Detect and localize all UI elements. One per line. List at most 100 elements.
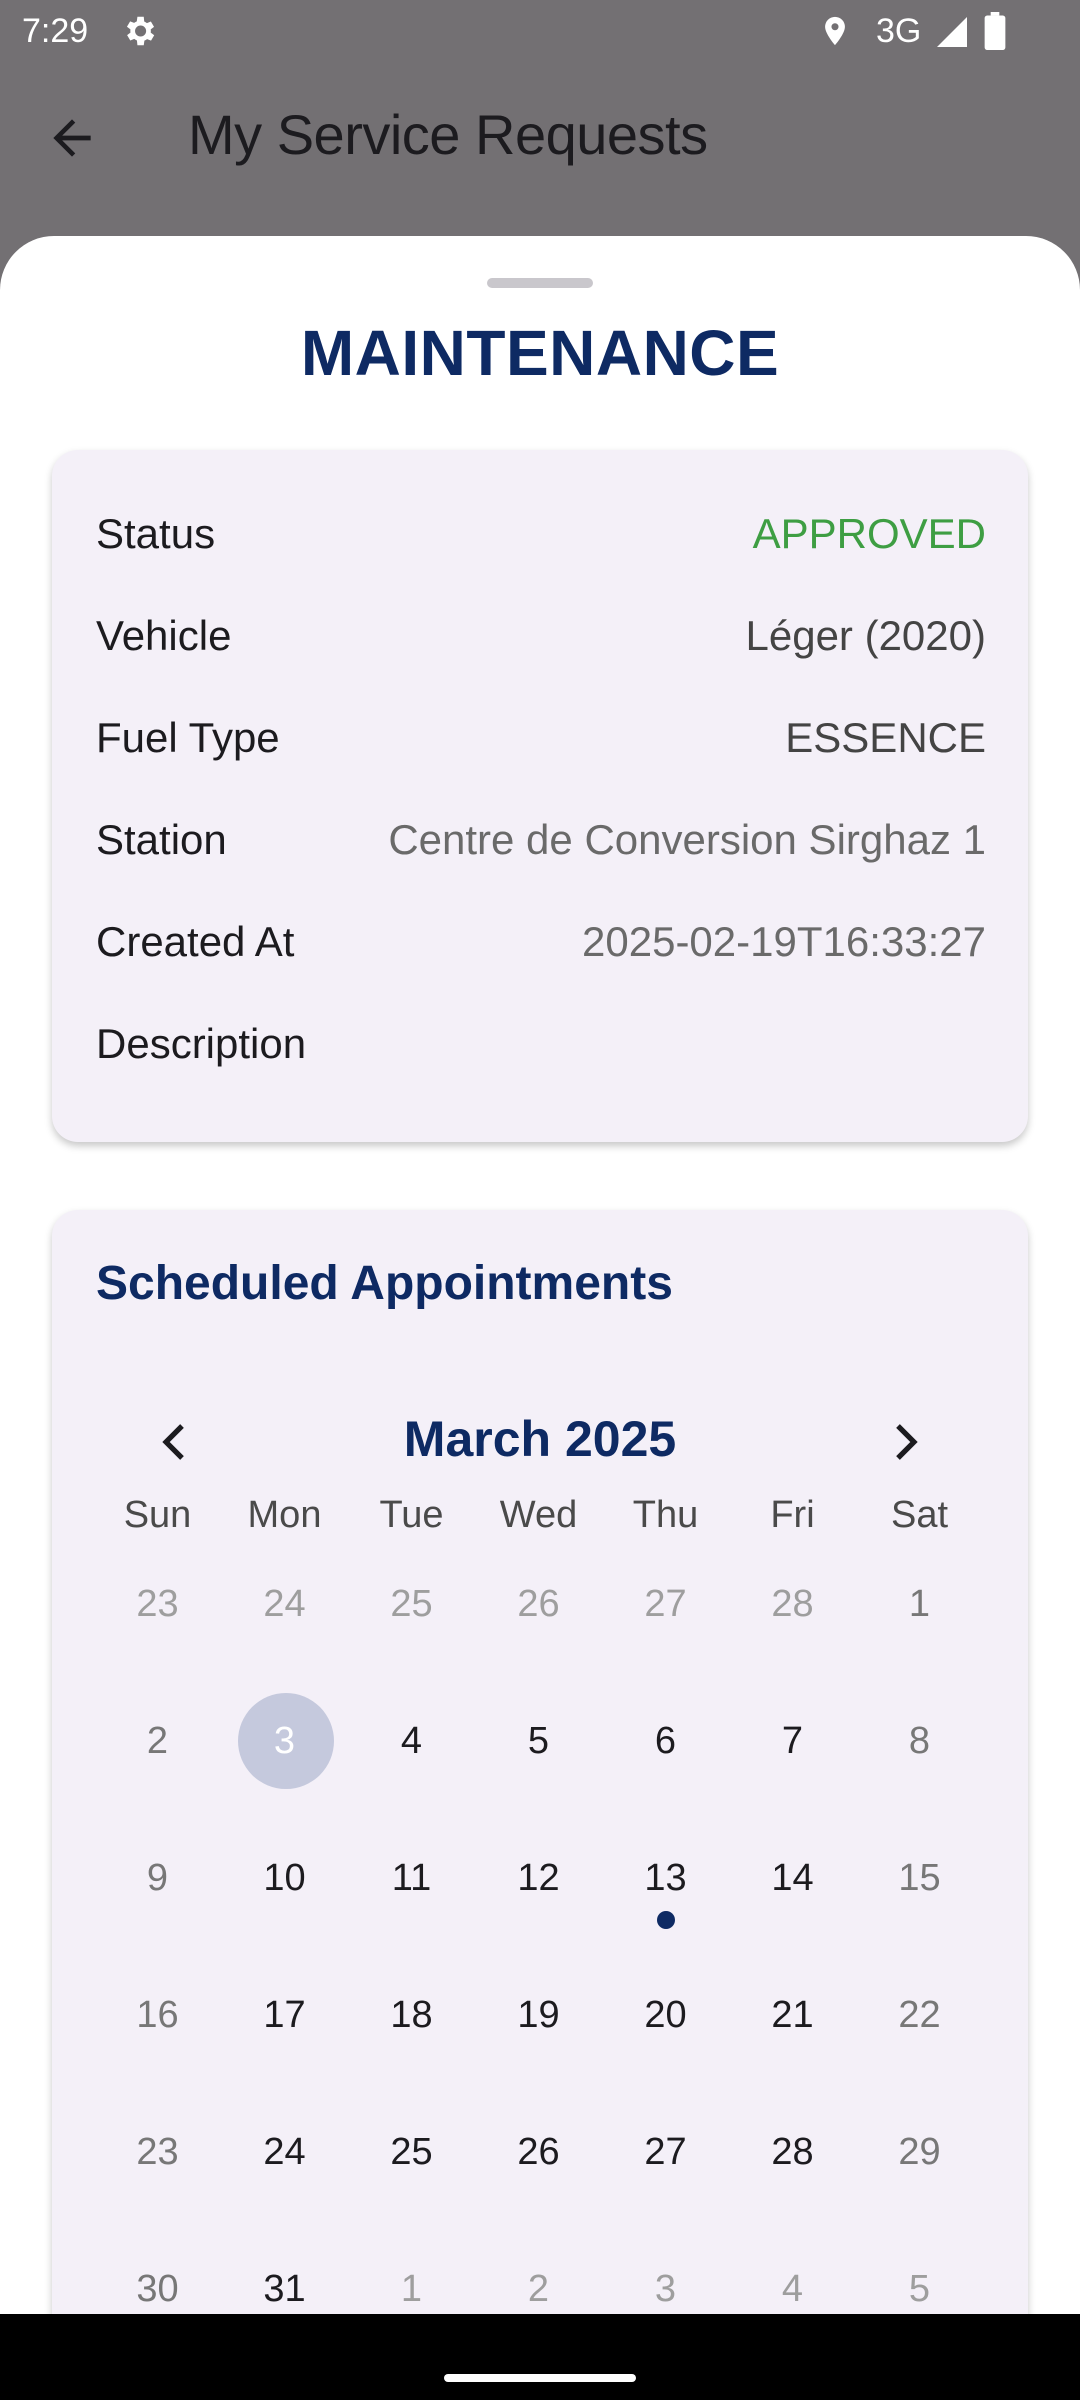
detail-label: Description bbox=[96, 1020, 307, 1067]
calendar-day-number: 2 bbox=[527, 2268, 550, 2310]
calendar-day-number: 22 bbox=[898, 1994, 941, 2036]
weekday-label: Mon bbox=[247, 1494, 322, 1536]
calendar-day[interactable]: 2 bbox=[475, 2239, 602, 2314]
calendar-day[interactable]: 17 bbox=[221, 1965, 348, 2065]
detail-value: ESSENCE bbox=[785, 714, 986, 761]
calendar-day[interactable]: 22 bbox=[856, 1965, 983, 2065]
home-indicator[interactable] bbox=[444, 2374, 636, 2382]
calendar-day[interactable]: 26 bbox=[475, 1554, 602, 1654]
calendar-day-number: 5 bbox=[527, 1720, 550, 1762]
calendar-day-number: 20 bbox=[644, 1994, 687, 2036]
calendar-day[interactable]: 3 bbox=[602, 2239, 729, 2314]
status-bar: 7:29 3G bbox=[0, 0, 1080, 62]
calendar-day[interactable]: 31 bbox=[221, 2239, 348, 2314]
calendar-day[interactable]: 9 bbox=[94, 1828, 221, 1928]
calendar-day[interactable]: 18 bbox=[348, 1965, 475, 2065]
calendar-day-number: 1 bbox=[908, 1583, 931, 1625]
calendar-day[interactable]: 12 bbox=[475, 1828, 602, 1928]
calendar-day[interactable]: 27 bbox=[602, 2102, 729, 2202]
calendar-day-number: 23 bbox=[136, 1583, 179, 1625]
battery-icon bbox=[984, 12, 1006, 50]
calendar-day[interactable]: 5 bbox=[856, 2239, 983, 2314]
weekday-label: Thu bbox=[632, 1494, 699, 1536]
calendar-day[interactable]: 3 bbox=[221, 1691, 348, 1791]
calendar-day[interactable]: 6 bbox=[602, 1691, 729, 1791]
bottom-sheet: MAINTENANCE Status APPROVED Vehicle Lége… bbox=[0, 236, 1080, 2314]
calendar-day-number: 26 bbox=[517, 2131, 560, 2173]
calendar-day-number: 27 bbox=[644, 1583, 687, 1625]
weekday-label: Sun bbox=[123, 1494, 192, 1536]
detail-row-station: Station Centre de Conversion Sirghaz 1 bbox=[96, 816, 986, 876]
network-type: 3G bbox=[876, 12, 922, 50]
status-time: 7:29 bbox=[22, 12, 89, 50]
calendar-day[interactable]: 4 bbox=[348, 1691, 475, 1791]
detail-label: Status bbox=[96, 510, 216, 557]
status-badge: APPROVED bbox=[752, 510, 986, 557]
calendar-day[interactable]: 28 bbox=[729, 1554, 856, 1654]
calendar-day-number: 23 bbox=[136, 2131, 179, 2173]
calendar-day-number: 28 bbox=[771, 2131, 814, 2173]
calendar-day-number: 26 bbox=[517, 1583, 560, 1625]
calendar-day-number: 14 bbox=[771, 1857, 814, 1899]
calendar-day-number: 7 bbox=[781, 1720, 804, 1762]
calendar-day-number: 24 bbox=[263, 2131, 306, 2173]
calendar-day-number: 30 bbox=[136, 2268, 179, 2310]
calendar-day[interactable]: 10 bbox=[221, 1828, 348, 1928]
chevron-right-icon[interactable] bbox=[880, 1418, 928, 1466]
calendar-day[interactable]: 7 bbox=[729, 1691, 856, 1791]
calendar-day[interactable]: 29 bbox=[856, 2102, 983, 2202]
calendar-day[interactable]: 23 bbox=[94, 1554, 221, 1654]
calendar-day[interactable]: 21 bbox=[729, 1965, 856, 2065]
calendar-day[interactable]: 8 bbox=[856, 1691, 983, 1791]
app-bar: My Service Requests bbox=[0, 62, 1080, 212]
calendar-day[interactable]: 2 bbox=[94, 1691, 221, 1791]
weekday-header: Sun Mon Tue Wed Thu Fri Sat bbox=[94, 1494, 986, 1554]
detail-row-status: Status APPROVED bbox=[96, 510, 986, 570]
detail-row-created-at: Created At 2025-02-19T16:33:27 bbox=[96, 918, 986, 978]
calendar-day[interactable]: 1 bbox=[856, 1554, 983, 1654]
calendar-day[interactable]: 23 bbox=[94, 2102, 221, 2202]
calendar-day[interactable]: 5 bbox=[475, 1691, 602, 1791]
calendar-day[interactable]: 13 bbox=[602, 1828, 729, 1929]
detail-label: Fuel Type bbox=[96, 714, 280, 761]
calendar-day[interactable]: 28 bbox=[729, 2102, 856, 2202]
calendar-day[interactable]: 24 bbox=[221, 1554, 348, 1654]
calendar-day[interactable]: 19 bbox=[475, 1965, 602, 2065]
calendar-day[interactable]: 27 bbox=[602, 1554, 729, 1654]
calendar-day-number: 19 bbox=[517, 1994, 560, 2036]
calendar-day[interactable]: 11 bbox=[348, 1828, 475, 1928]
calendar-day-number: 3 bbox=[654, 2268, 677, 2310]
system-navigation-bar bbox=[0, 2314, 1080, 2400]
detail-value: Léger (2020) bbox=[745, 612, 987, 659]
appointments-card: Scheduled Appointments March 2025 Sun Mon… bbox=[52, 1210, 1028, 2314]
appointments-title: Scheduled Appointments bbox=[96, 1257, 673, 1310]
weekday-label: Fri bbox=[770, 1494, 815, 1536]
calendar-day[interactable]: 1 bbox=[348, 2239, 475, 2314]
calendar-day-number: 5 bbox=[908, 2268, 931, 2310]
detail-row-description: Description bbox=[96, 1020, 986, 1080]
calendar-day[interactable]: 30 bbox=[94, 2239, 221, 2314]
calendar-day[interactable]: 4 bbox=[729, 2239, 856, 2314]
calendar-day-number: 10 bbox=[263, 1857, 306, 1899]
drag-handle[interactable] bbox=[487, 278, 593, 288]
calendar-day[interactable]: 25 bbox=[348, 2102, 475, 2202]
calendar-day-number: 16 bbox=[136, 1994, 179, 2036]
page-title: My Service Requests bbox=[188, 103, 708, 166]
calendar-day[interactable]: 25 bbox=[348, 1554, 475, 1654]
calendar-day[interactable]: 26 bbox=[475, 2102, 602, 2202]
calendar-day-number: 24 bbox=[263, 1583, 306, 1625]
calendar-day-number: 9 bbox=[146, 1857, 169, 1899]
detail-label: Created At bbox=[96, 918, 295, 965]
detail-label: Station bbox=[96, 816, 227, 863]
calendar-day-number: 6 bbox=[654, 1720, 677, 1762]
calendar-day[interactable]: 15 bbox=[856, 1828, 983, 1928]
calendar-day[interactable]: 14 bbox=[729, 1828, 856, 1928]
calendar-day[interactable]: 20 bbox=[602, 1965, 729, 2065]
calendar-day[interactable]: 16 bbox=[94, 1965, 221, 2065]
calendar-day-number: 1 bbox=[400, 2268, 423, 2310]
calendar-day[interactable]: 24 bbox=[221, 2102, 348, 2202]
calendar-day-number: 18 bbox=[390, 1994, 433, 2036]
back-arrow-icon[interactable] bbox=[44, 110, 100, 166]
calendar-day-number: 28 bbox=[771, 1583, 814, 1625]
calendar-day-number: 17 bbox=[263, 1994, 306, 2036]
